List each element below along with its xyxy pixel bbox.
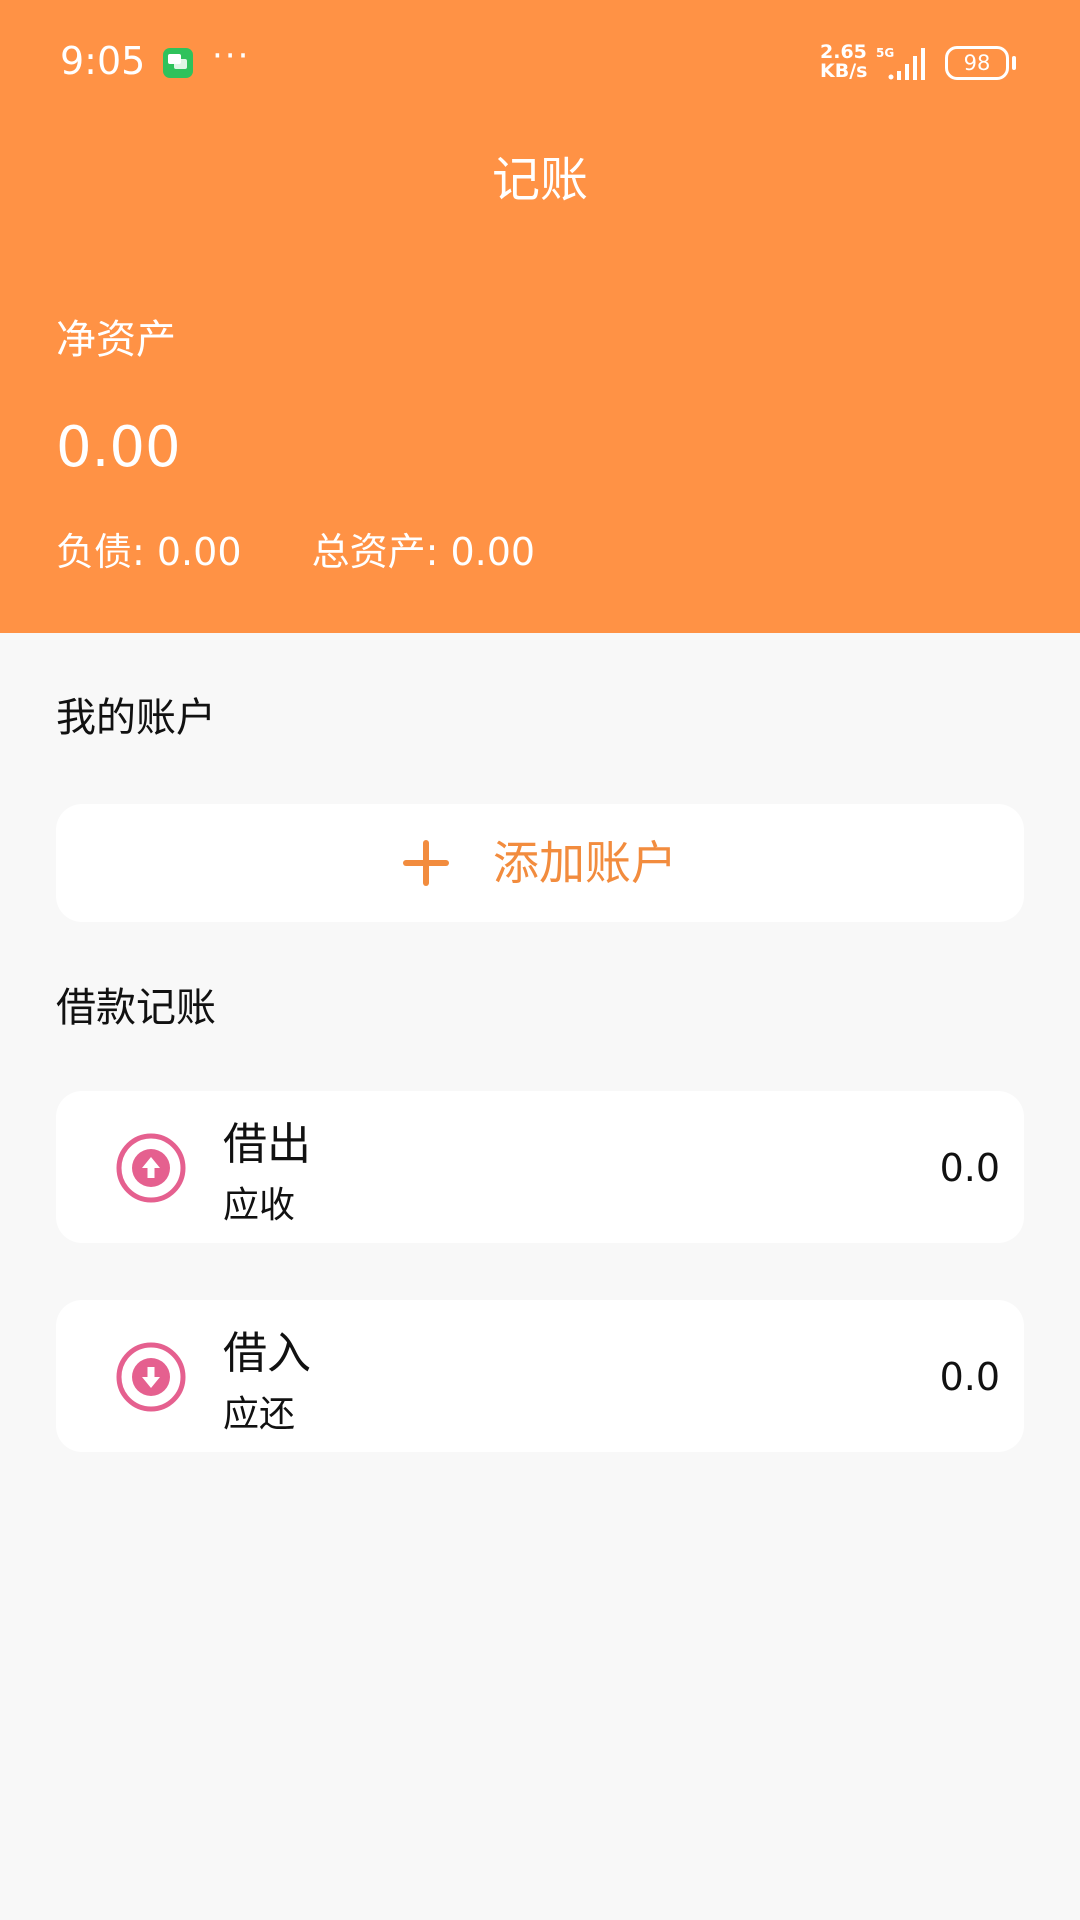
total-assets-text: 总资产: 0.00 bbox=[311, 530, 536, 574]
chat-app-icon bbox=[163, 48, 193, 78]
header: 9:05 ··· 2.65 KB/s 5G 98 记账 净资产 0.00 负债:… bbox=[0, 0, 1080, 633]
borrow-in-amount: 0.0 bbox=[939, 1355, 1000, 1399]
net-assets-value: 0.00 bbox=[56, 415, 181, 480]
add-account-button[interactable]: 添加账户 bbox=[56, 804, 1024, 922]
network-speed-unit: KB/s bbox=[820, 60, 868, 82]
lend-out-item[interactable]: 借出 应收 0.0 bbox=[56, 1091, 1024, 1243]
liabilities-text: 负债: 0.00 bbox=[56, 530, 242, 574]
battery-tip bbox=[1012, 56, 1016, 70]
add-account-label: 添加账户 bbox=[493, 836, 677, 890]
arrow-up-circle-icon bbox=[116, 1133, 186, 1203]
lend-out-subtitle: 应收 bbox=[223, 1185, 296, 1226]
net-assets-label: 净资产 bbox=[56, 317, 176, 363]
borrow-in-item[interactable]: 借入 应还 0.0 bbox=[56, 1300, 1024, 1452]
signal-icon bbox=[888, 45, 930, 85]
lend-out-title: 借出 bbox=[223, 1119, 311, 1170]
borrow-in-title: 借入 bbox=[223, 1328, 311, 1379]
borrow-in-subtitle: 应还 bbox=[223, 1394, 296, 1435]
assets-summary: 负债: 0.00 总资产: 0.00 bbox=[56, 527, 535, 577]
status-time: 9:05 bbox=[60, 39, 146, 83]
my-accounts-title: 我的账户 bbox=[56, 695, 216, 741]
status-bar: 9:05 ··· 2.65 KB/s 5G 98 bbox=[0, 0, 1080, 125]
lend-out-amount: 0.0 bbox=[939, 1146, 1000, 1190]
loan-records-title: 借款记账 bbox=[56, 985, 216, 1031]
battery-icon: 98 bbox=[945, 46, 1009, 80]
page-title: 记账 bbox=[491, 152, 588, 208]
network-speed: 2.65 KB/s bbox=[820, 43, 867, 81]
more-notifications-icon: ··· bbox=[212, 36, 251, 76]
arrow-down-circle-icon bbox=[116, 1342, 186, 1412]
plus-icon bbox=[403, 840, 449, 886]
